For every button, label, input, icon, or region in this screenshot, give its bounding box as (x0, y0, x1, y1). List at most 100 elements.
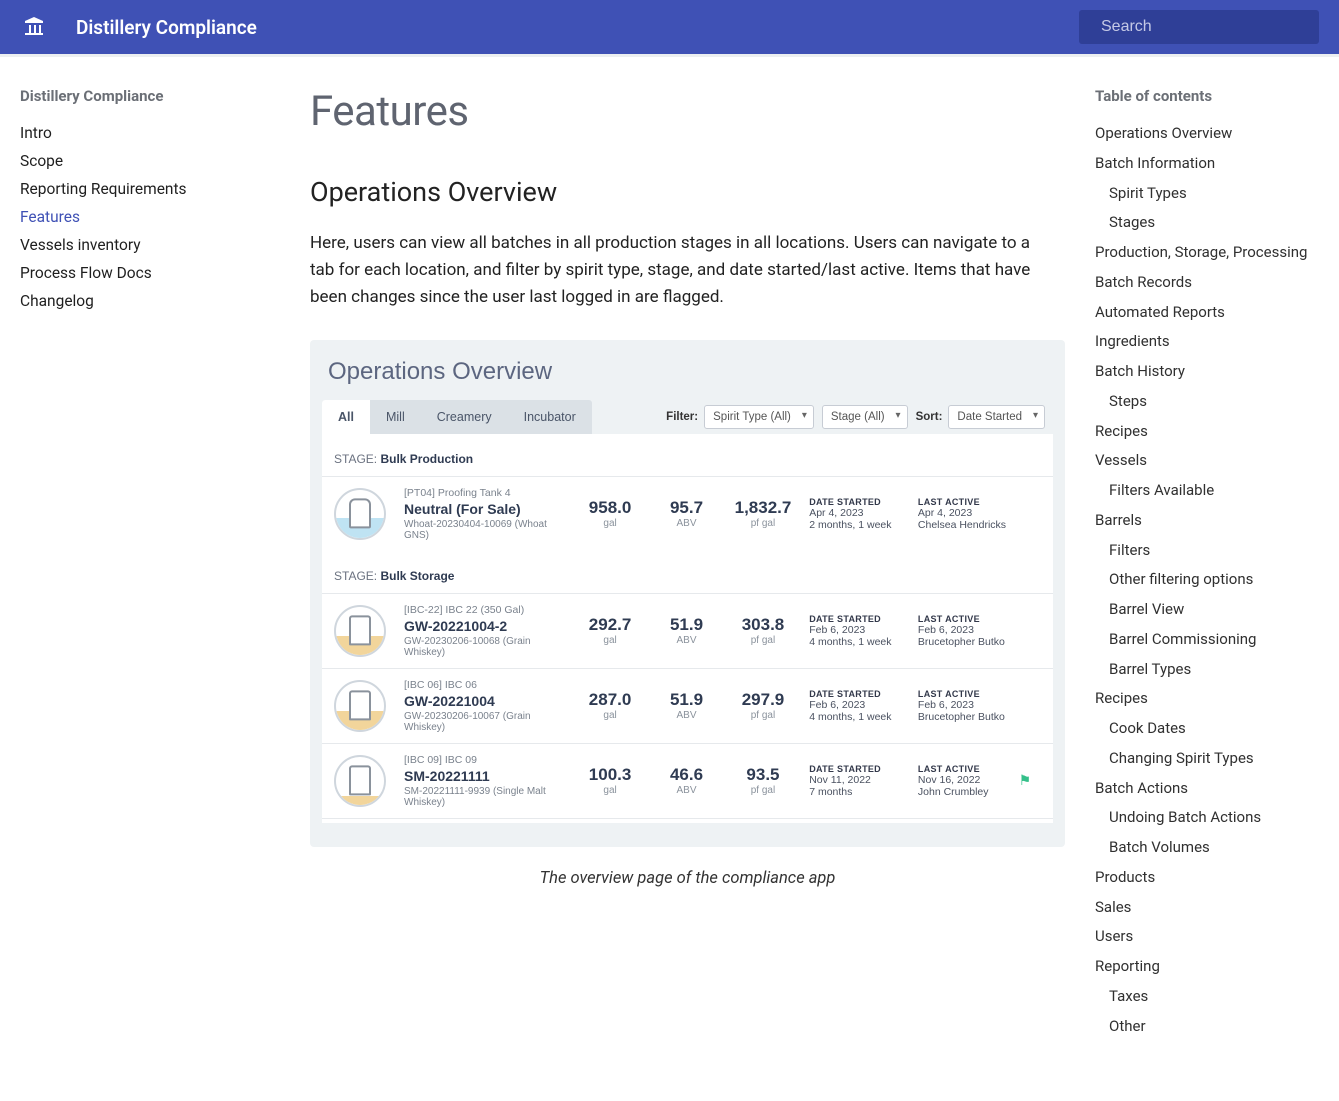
batch-row[interactable]: [IBC 09] IBC 09 SM-20221111 SM-20221111-99… (322, 743, 1053, 819)
stat-abv: 51.9ABV (648, 615, 724, 646)
last-active: LAST ACTIVENov 16, 2022John Crumbley (918, 764, 1019, 798)
sidebar-heading: Distillery Compliance (20, 87, 280, 105)
vessel-icon (334, 605, 386, 657)
date-started: DATE STARTEDFeb 6, 20234 months, 1 week (809, 614, 910, 648)
toc-item[interactable]: Recipes (1095, 417, 1339, 447)
batch-name: SM-20221111 (404, 768, 572, 784)
batch-info: [IBC 09] IBC 09 SM-20221111 SM-20221111-99… (404, 754, 572, 808)
toc-item[interactable]: Products (1095, 863, 1339, 893)
date-started: DATE STARTEDApr 4, 20232 months, 1 week (809, 497, 910, 531)
app-title: Distillery Compliance (76, 16, 1079, 39)
sort-select[interactable]: Date Started (948, 405, 1045, 429)
toc-item[interactable]: Production, Storage, Processing (1095, 238, 1339, 268)
toc-item[interactable]: Changing Spirit Types (1095, 744, 1339, 774)
batch-detail: GW-20230206-10067 (Grain Whiskey) (404, 711, 572, 733)
toc-item[interactable]: Filters Available (1095, 476, 1339, 506)
toc-item[interactable]: Ingredients (1095, 327, 1339, 357)
last-active: LAST ACTIVEFeb 6, 2023Brucetopher Butko (918, 614, 1019, 648)
toc-item[interactable]: Spirit Types (1095, 179, 1339, 209)
top-header: Distillery Compliance (0, 0, 1339, 54)
stat-gal: 287.0gal (572, 690, 648, 721)
stat-pfgal: 1,832.7pf gal (725, 498, 801, 529)
search-input[interactable] (1101, 18, 1308, 36)
section-lead: Here, users can view all batches in all … (310, 230, 1050, 312)
batch-info: [PT04] Proofing Tank 4 Neutral (For Sale)… (404, 487, 572, 541)
toc-item[interactable]: Taxes (1095, 982, 1339, 1012)
filter-stage[interactable]: Stage (All) (822, 405, 908, 429)
toc-item[interactable]: Reporting (1095, 952, 1339, 982)
batch-row[interactable]: [IBC 06] IBC 06GW-20221004GW-20230206-10… (322, 668, 1053, 743)
batch-info: [IBC-22] IBC 22 (350 Gal)GW-20221004-2GW… (404, 604, 572, 658)
sidebar-item[interactable]: Intro (20, 119, 280, 147)
batch-row[interactable]: [PT04] Proofing Tank 4 Neutral (For Sale)… (322, 476, 1053, 551)
filter-spirit-type[interactable]: Spirit Type (All) (704, 405, 814, 429)
toc-item[interactable]: Operations Overview (1095, 119, 1339, 149)
location-tab[interactable]: All (322, 400, 370, 434)
toc-item[interactable]: Batch Information (1095, 149, 1339, 179)
toc-item[interactable]: Cook Dates (1095, 714, 1339, 744)
stat-pfgal: 303.8pf gal (725, 615, 801, 646)
toc-item[interactable]: Batch History (1095, 357, 1339, 387)
sidebar-item[interactable]: Reporting Requirements (20, 175, 280, 203)
location-tab[interactable]: Creamery (421, 400, 508, 434)
stat-abv: 46.6ABV (648, 765, 724, 796)
stat-pfgal: 93.5pf gal (725, 765, 801, 796)
changed-flag-icon: ⚑ (1019, 772, 1041, 789)
sidebar-item[interactable]: Features (20, 203, 280, 231)
left-sidebar: Distillery Compliance IntroScopeReportin… (20, 87, 280, 1041)
sidebar-item[interactable]: Scope (20, 147, 280, 175)
sidebar-item[interactable]: Process Flow Docs (20, 259, 280, 287)
search-box[interactable] (1079, 10, 1319, 44)
date-started: DATE STARTEDFeb 6, 20234 months, 1 week (809, 689, 910, 723)
location-tab[interactable]: Mill (370, 400, 421, 434)
stat-pfgal: 297.9pf gal (725, 690, 801, 721)
batch-detail: SM-20221111-9939 (Single Malt Whiskey) (404, 786, 572, 808)
batch-info: [IBC 06] IBC 06GW-20221004GW-20230206-10… (404, 679, 572, 733)
sidebar-item[interactable]: Changelog (20, 287, 280, 315)
toc-item[interactable]: Recipes (1095, 684, 1339, 714)
toc-item[interactable]: Barrel Commissioning (1095, 625, 1339, 655)
mock-title: Operations Overview (310, 358, 1065, 400)
toc-item[interactable]: Barrel Types (1095, 655, 1339, 685)
stat-abv: 95.7ABV (648, 498, 724, 529)
stat-gal: 292.7gal (572, 615, 648, 646)
vessel-label: [IBC 09] IBC 09 (404, 754, 572, 766)
toc-item[interactable]: Batch Records (1095, 268, 1339, 298)
vessel-label: [PT04] Proofing Tank 4 (404, 487, 572, 499)
vessel-icon (334, 755, 386, 807)
vessel-icon (334, 680, 386, 732)
toc-item[interactable]: Other filtering options (1095, 565, 1339, 595)
figure-caption: The overview page of the compliance app (310, 869, 1065, 888)
toc-heading: Table of contents (1095, 87, 1339, 105)
sidebar-item[interactable]: Vessels inventory (20, 231, 280, 259)
toc-item[interactable]: Automated Reports (1095, 298, 1339, 328)
filter-label: Filter: (666, 411, 698, 423)
toc-item[interactable]: Steps (1095, 387, 1339, 417)
toc-item[interactable]: Sales (1095, 893, 1339, 923)
toc-item[interactable]: Other (1095, 1012, 1339, 1042)
mock-toolbar: AllMillCreameryIncubator Filter: Spirit … (310, 400, 1065, 434)
vessel-icon (334, 488, 386, 540)
app-screenshot: Operations Overview AllMillCreameryIncub… (310, 340, 1065, 847)
toc-item[interactable]: Vessels (1095, 446, 1339, 476)
toc-item[interactable]: Barrel View (1095, 595, 1339, 625)
location-tab[interactable]: Incubator (508, 400, 592, 434)
batch-name: GW-20221004-2 (404, 618, 572, 634)
main-content: Features Operations Overview Here, users… (280, 87, 1095, 1041)
sort-label: Sort: (916, 411, 943, 423)
batch-name: GW-20221004 (404, 693, 572, 709)
last-active: LAST ACTIVEApr 4, 2023Chelsea Hendricks (918, 497, 1019, 531)
toc-item[interactable]: Undoing Batch Actions (1095, 803, 1339, 833)
batch-name: Neutral (For Sale) (404, 501, 572, 517)
batch-detail: GW-20230206-10068 (Grain Whiskey) (404, 636, 572, 658)
toc-item[interactable]: Filters (1095, 536, 1339, 566)
toc-item[interactable]: Batch Volumes (1095, 833, 1339, 863)
toc-item[interactable]: Batch Actions (1095, 774, 1339, 804)
batch-detail: Whoat-20230404-10069 (Whoat GNS) (404, 519, 572, 541)
toc-item[interactable]: Users (1095, 922, 1339, 952)
batch-row[interactable]: [IBC-22] IBC 22 (350 Gal)GW-20221004-2GW… (322, 593, 1053, 668)
toc-item[interactable]: Stages (1095, 208, 1339, 238)
stat-gal: 100.3gal (572, 765, 648, 796)
toc-item[interactable]: Barrels (1095, 506, 1339, 536)
stat-abv: 51.9ABV (648, 690, 724, 721)
